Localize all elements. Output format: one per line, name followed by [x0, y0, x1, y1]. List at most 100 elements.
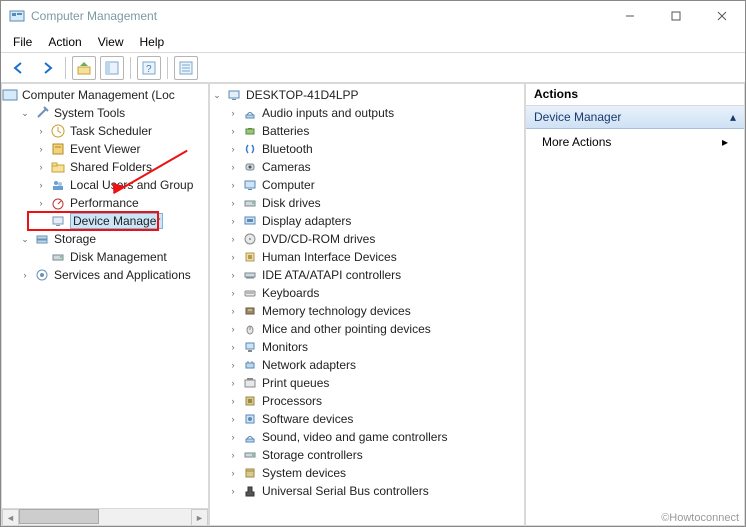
device-icon — [242, 447, 258, 463]
properties-button[interactable] — [174, 56, 198, 80]
expand-icon[interactable]: › — [226, 430, 240, 444]
menu-action[interactable]: Action — [42, 33, 87, 51]
expand-icon[interactable]: › — [226, 412, 240, 426]
horizontal-scrollbar[interactable]: ◄ ► — [2, 508, 208, 525]
app-icon — [9, 8, 25, 24]
expand-icon[interactable]: › — [34, 196, 48, 210]
device-category[interactable]: ›Universal Serial Bus controllers — [226, 482, 524, 500]
expand-icon[interactable]: › — [226, 250, 240, 264]
device-category[interactable]: › Bluetooth — [226, 140, 524, 158]
device-category[interactable]: › Cameras — [226, 158, 524, 176]
disk-icon — [50, 249, 66, 265]
device-category[interactable]: ›Network adapters — [226, 356, 524, 374]
device-icon — [242, 465, 258, 481]
device-category[interactable]: ›Mice and other pointing devices — [226, 320, 524, 338]
expand-icon[interactable]: › — [226, 358, 240, 372]
scroll-track[interactable] — [19, 509, 191, 525]
expand-icon[interactable]: › — [34, 124, 48, 138]
menu-view[interactable]: View — [92, 33, 130, 51]
tree-label: Event Viewer — [70, 142, 140, 156]
tree-item-storage[interactable]: ⌄ Storage — [18, 230, 208, 248]
device-category[interactable]: ›Print queues — [226, 374, 524, 392]
tree-item-services-apps[interactable]: › Services and Applications — [18, 266, 208, 284]
expand-icon[interactable]: › — [226, 142, 240, 156]
tree-label: Bluetooth — [262, 142, 313, 156]
device-category[interactable]: ›Monitors — [226, 338, 524, 356]
expand-icon[interactable]: › — [34, 178, 48, 192]
up-button[interactable] — [72, 56, 96, 80]
show-hide-tree-button[interactable] — [100, 56, 124, 80]
device-tree-root[interactable]: ⌄ DESKTOP-41D4LPP — [210, 86, 524, 104]
tree-item-local-users[interactable]: ›Local Users and Group — [34, 176, 208, 194]
actions-section[interactable]: Device Manager ▴ — [526, 106, 744, 129]
device-category[interactable]: ›Storage controllers — [226, 446, 524, 464]
maximize-button[interactable] — [653, 1, 699, 31]
device-category[interactable]: ›Human Interface Devices — [226, 248, 524, 266]
help-button[interactable]: ? — [137, 56, 161, 80]
device-category[interactable]: ›Memory technology devices — [226, 302, 524, 320]
collapse-icon[interactable]: ⌄ — [210, 88, 224, 102]
expand-icon[interactable]: › — [226, 268, 240, 282]
expand-icon[interactable]: › — [226, 484, 240, 498]
tree-item-performance[interactable]: ›Performance — [34, 194, 208, 212]
device-category[interactable]: ›System devices — [226, 464, 524, 482]
tree-label: Cameras — [262, 160, 311, 174]
device-category[interactable]: ›Sound, video and game controllers — [226, 428, 524, 446]
expand-icon[interactable]: › — [226, 340, 240, 354]
device-category[interactable]: ›Batteries — [226, 122, 524, 140]
device-category[interactable]: ›DVD/CD-ROM drives — [226, 230, 524, 248]
expand-icon[interactable]: › — [34, 160, 48, 174]
expand-icon[interactable]: › — [226, 232, 240, 246]
device-category[interactable]: ›Processors — [226, 392, 524, 410]
event-icon — [50, 141, 66, 157]
expand-icon[interactable]: › — [226, 394, 240, 408]
expand-icon[interactable]: › — [226, 124, 240, 138]
actions-more[interactable]: More Actions ▸ — [526, 129, 744, 155]
device-category[interactable]: ›IDE ATA/ATAPI controllers — [226, 266, 524, 284]
tree-root[interactable]: Computer Management (Loc — [2, 86, 208, 104]
folder-icon — [50, 159, 66, 175]
svg-text:?: ? — [146, 64, 152, 75]
expand-icon[interactable]: › — [226, 286, 240, 300]
device-category[interactable]: ›Display adapters — [226, 212, 524, 230]
tree-item-task-scheduler[interactable]: ›Task Scheduler — [34, 122, 208, 140]
device-category[interactable]: ›Audio inputs and outputs — [226, 104, 524, 122]
close-button[interactable] — [699, 1, 745, 31]
tree-item-shared-folders[interactable]: › Shared Folders — [34, 158, 208, 176]
tree-item-event-viewer[interactable]: › Event Viewer — [34, 140, 208, 158]
expand-icon[interactable]: › — [18, 268, 32, 282]
collapse-icon[interactable]: ⌄ — [18, 232, 32, 246]
expand-icon[interactable]: › — [226, 106, 240, 120]
scroll-right-button[interactable]: ► — [191, 509, 208, 526]
tree-item-disk-management[interactable]: ›Disk Management — [34, 248, 208, 266]
expand-icon[interactable]: › — [226, 466, 240, 480]
forward-button[interactable] — [35, 56, 59, 80]
scroll-thumb[interactable] — [19, 509, 99, 524]
expand-icon[interactable]: › — [226, 214, 240, 228]
performance-icon — [50, 195, 66, 211]
device-category[interactable]: ›Software devices — [226, 410, 524, 428]
collapse-icon[interactable]: ⌄ — [18, 106, 32, 120]
expand-icon[interactable]: › — [226, 178, 240, 192]
tree-label: Shared Folders — [70, 160, 152, 174]
expand-icon[interactable]: › — [34, 142, 48, 156]
minimize-button[interactable] — [607, 1, 653, 31]
scroll-left-button[interactable]: ◄ — [2, 509, 19, 526]
tree-label: DESKTOP-41D4LPP — [246, 88, 359, 102]
device-category[interactable]: ›Disk drives — [226, 194, 524, 212]
expand-icon[interactable]: › — [226, 160, 240, 174]
tree-item-device-manager[interactable]: ›Device Manager — [34, 212, 208, 230]
tree-item-system-tools[interactable]: ⌄ System Tools — [18, 104, 208, 122]
services-icon — [34, 267, 50, 283]
menu-file[interactable]: File — [7, 33, 38, 51]
expand-icon[interactable]: › — [226, 448, 240, 462]
menu-help[interactable]: Help — [134, 33, 171, 51]
expand-icon[interactable]: › — [226, 196, 240, 210]
device-icon — [242, 123, 258, 139]
expand-icon[interactable]: › — [226, 322, 240, 336]
device-category[interactable]: ›Computer — [226, 176, 524, 194]
device-category[interactable]: ›Keyboards — [226, 284, 524, 302]
expand-icon[interactable]: › — [226, 376, 240, 390]
back-button[interactable] — [7, 56, 31, 80]
expand-icon[interactable]: › — [226, 304, 240, 318]
